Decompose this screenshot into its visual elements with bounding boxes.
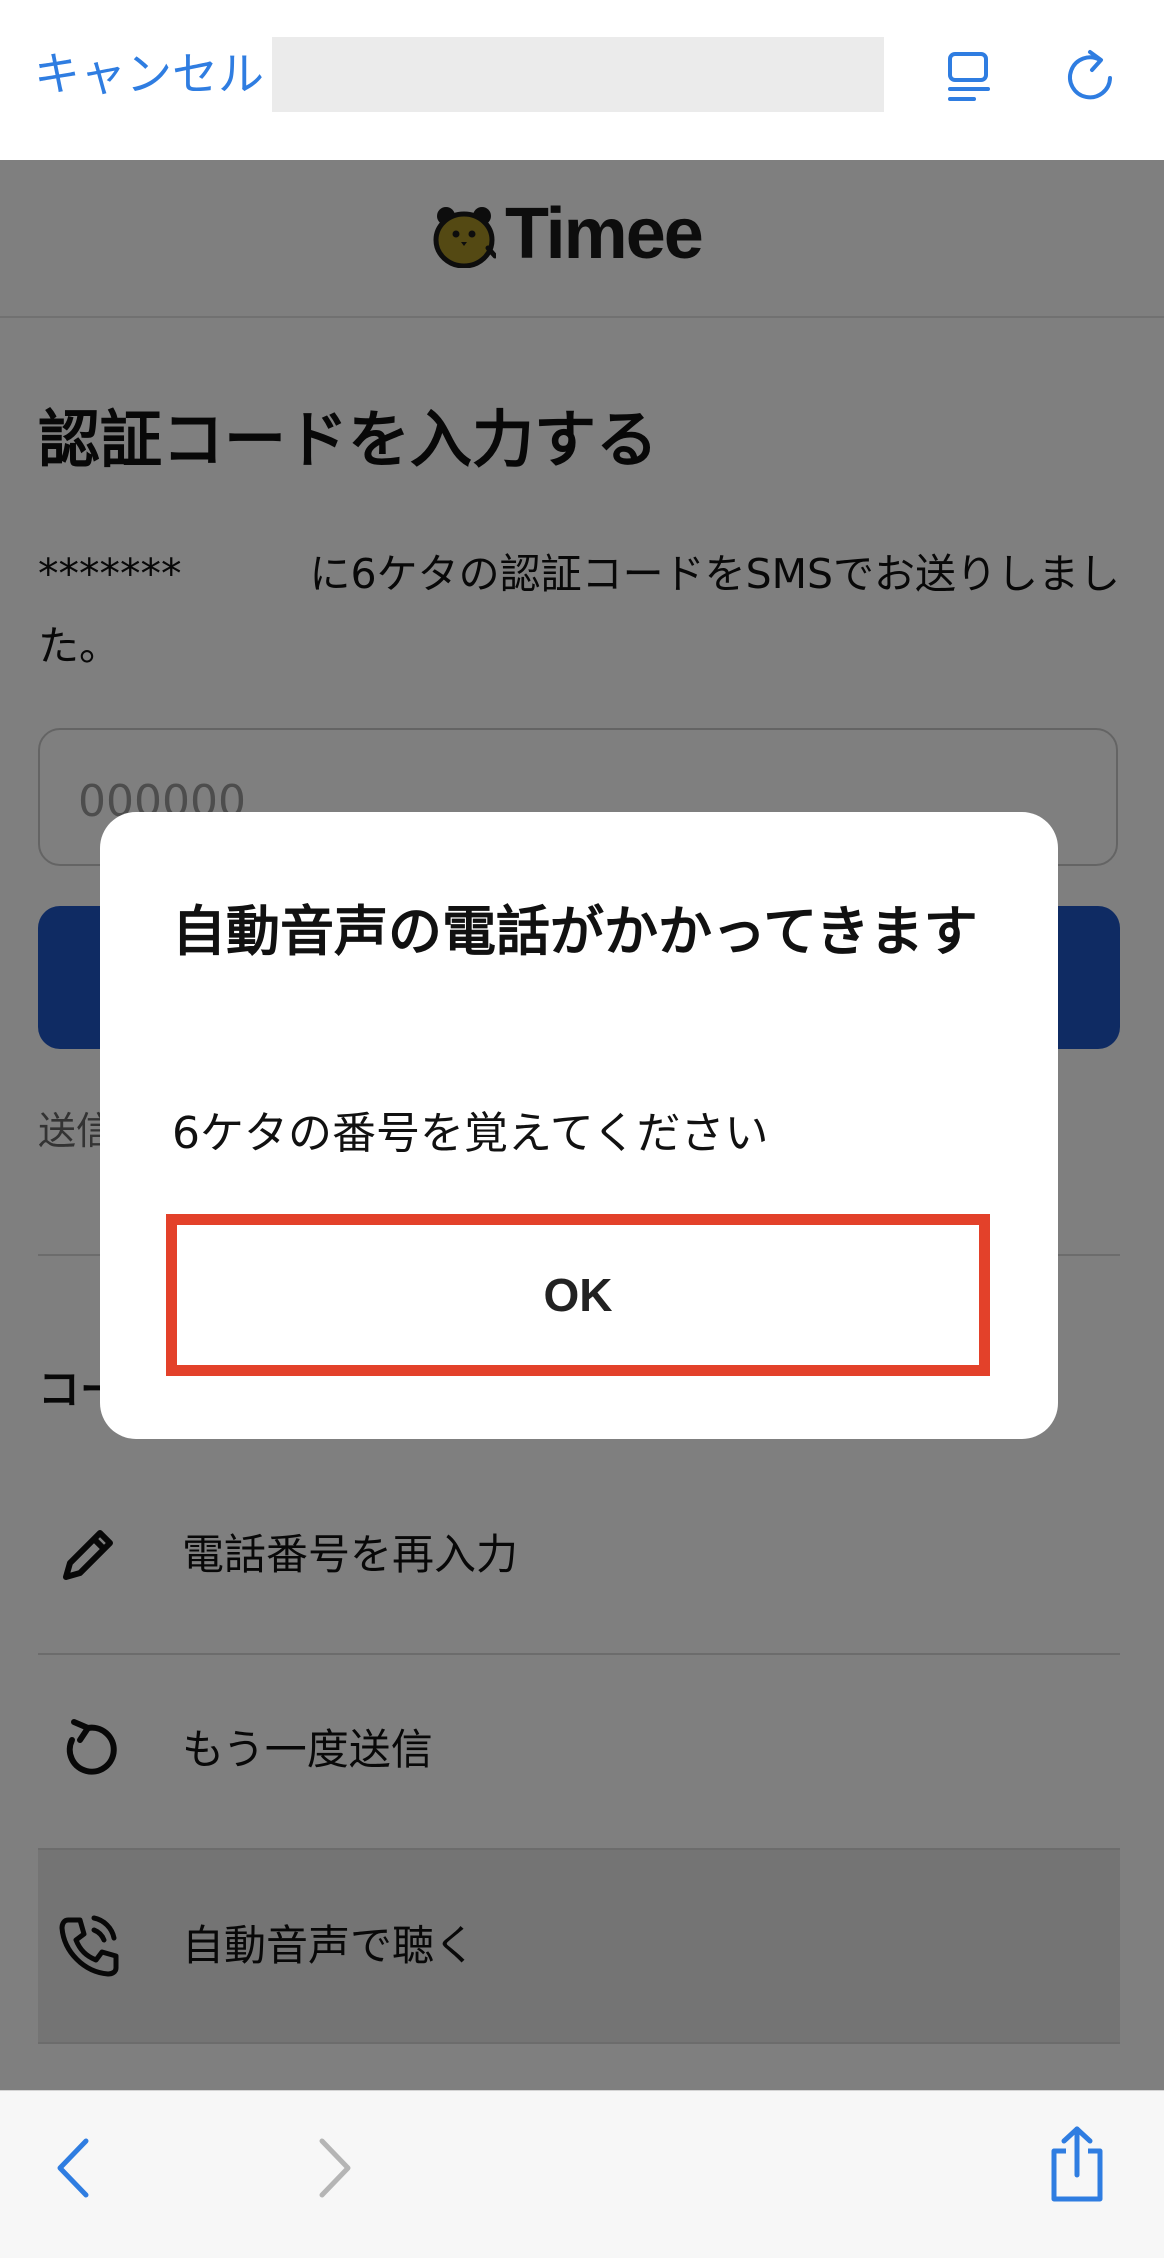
dialog-message: 6ケタの番号を覚えてください bbox=[172, 1108, 769, 1159]
reload-icon[interactable] bbox=[1060, 46, 1120, 106]
browser-bottom-bar bbox=[0, 2090, 1164, 2258]
alert-dialog: 自動音声の電話がかかってきます 6ケタの番号を覚えてください OK bbox=[100, 812, 1058, 1439]
browser-top-bar: キャンセル bbox=[0, 0, 1164, 161]
ok-button-label: OK bbox=[543, 1269, 613, 1321]
ok-button[interactable]: OK bbox=[166, 1214, 990, 1376]
url-field[interactable] bbox=[272, 37, 884, 112]
reader-icon[interactable] bbox=[940, 46, 1000, 106]
share-icon[interactable] bbox=[1042, 2125, 1112, 2202]
forward-icon[interactable] bbox=[296, 2133, 366, 2203]
back-icon[interactable] bbox=[42, 2133, 112, 2203]
dialog-title: 自動音声の電話がかかってきます bbox=[172, 900, 978, 963]
cancel-button[interactable]: キャンセル bbox=[34, 44, 264, 104]
